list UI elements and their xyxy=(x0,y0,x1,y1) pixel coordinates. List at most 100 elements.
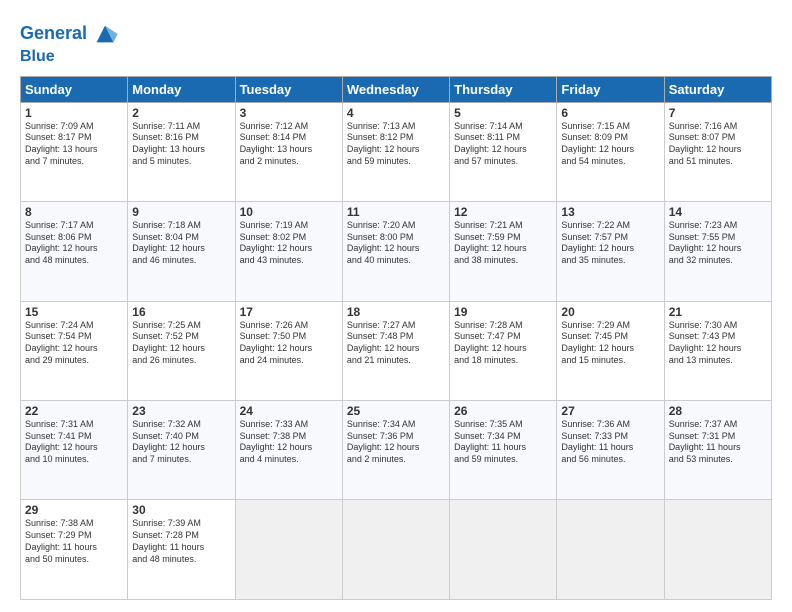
day-cell: 20Sunrise: 7:29 AM Sunset: 7:45 PM Dayli… xyxy=(557,301,664,400)
calendar-body: 1Sunrise: 7:09 AM Sunset: 8:17 PM Daylig… xyxy=(21,102,772,599)
day-cell: 9Sunrise: 7:18 AM Sunset: 8:04 PM Daylig… xyxy=(128,202,235,301)
day-detail: Sunrise: 7:32 AM Sunset: 7:40 PM Dayligh… xyxy=(132,419,230,466)
day-cell: 23Sunrise: 7:32 AM Sunset: 7:40 PM Dayli… xyxy=(128,401,235,500)
day-detail: Sunrise: 7:23 AM Sunset: 7:55 PM Dayligh… xyxy=(669,220,767,267)
day-cell: 7Sunrise: 7:16 AM Sunset: 8:07 PM Daylig… xyxy=(664,102,771,201)
week-row-3: 15Sunrise: 7:24 AM Sunset: 7:54 PM Dayli… xyxy=(21,301,772,400)
day-number: 24 xyxy=(240,404,338,418)
day-number: 9 xyxy=(132,205,230,219)
day-number: 21 xyxy=(669,305,767,319)
calendar-table: SundayMondayTuesdayWednesdayThursdayFrid… xyxy=(20,76,772,600)
day-cell: 1Sunrise: 7:09 AM Sunset: 8:17 PM Daylig… xyxy=(21,102,128,201)
day-number: 23 xyxy=(132,404,230,418)
week-row-4: 22Sunrise: 7:31 AM Sunset: 7:41 PM Dayli… xyxy=(21,401,772,500)
day-number: 5 xyxy=(454,106,552,120)
day-number: 12 xyxy=(454,205,552,219)
day-cell: 28Sunrise: 7:37 AM Sunset: 7:31 PM Dayli… xyxy=(664,401,771,500)
day-cell: 8Sunrise: 7:17 AM Sunset: 8:06 PM Daylig… xyxy=(21,202,128,301)
day-detail: Sunrise: 7:21 AM Sunset: 7:59 PM Dayligh… xyxy=(454,220,552,267)
day-detail: Sunrise: 7:14 AM Sunset: 8:11 PM Dayligh… xyxy=(454,121,552,168)
day-cell: 17Sunrise: 7:26 AM Sunset: 7:50 PM Dayli… xyxy=(235,301,342,400)
day-number: 18 xyxy=(347,305,445,319)
day-cell: 16Sunrise: 7:25 AM Sunset: 7:52 PM Dayli… xyxy=(128,301,235,400)
header-row: SundayMondayTuesdayWednesdayThursdayFrid… xyxy=(21,76,772,102)
day-number: 15 xyxy=(25,305,123,319)
logo: General Blue xyxy=(20,20,119,66)
day-cell: 15Sunrise: 7:24 AM Sunset: 7:54 PM Dayli… xyxy=(21,301,128,400)
header-cell-monday: Monday xyxy=(128,76,235,102)
day-detail: Sunrise: 7:28 AM Sunset: 7:47 PM Dayligh… xyxy=(454,320,552,367)
day-detail: Sunrise: 7:33 AM Sunset: 7:38 PM Dayligh… xyxy=(240,419,338,466)
day-number: 11 xyxy=(347,205,445,219)
day-cell: 22Sunrise: 7:31 AM Sunset: 7:41 PM Dayli… xyxy=(21,401,128,500)
day-number: 2 xyxy=(132,106,230,120)
day-detail: Sunrise: 7:19 AM Sunset: 8:02 PM Dayligh… xyxy=(240,220,338,267)
day-detail: Sunrise: 7:16 AM Sunset: 8:07 PM Dayligh… xyxy=(669,121,767,168)
day-cell: 30Sunrise: 7:39 AM Sunset: 7:28 PM Dayli… xyxy=(128,500,235,600)
day-cell xyxy=(450,500,557,600)
day-number: 7 xyxy=(669,106,767,120)
day-cell: 6Sunrise: 7:15 AM Sunset: 8:09 PM Daylig… xyxy=(557,102,664,201)
day-detail: Sunrise: 7:38 AM Sunset: 7:29 PM Dayligh… xyxy=(25,518,123,565)
day-detail: Sunrise: 7:22 AM Sunset: 7:57 PM Dayligh… xyxy=(561,220,659,267)
day-cell xyxy=(342,500,449,600)
day-detail: Sunrise: 7:26 AM Sunset: 7:50 PM Dayligh… xyxy=(240,320,338,367)
day-detail: Sunrise: 7:29 AM Sunset: 7:45 PM Dayligh… xyxy=(561,320,659,367)
day-detail: Sunrise: 7:15 AM Sunset: 8:09 PM Dayligh… xyxy=(561,121,659,168)
day-number: 20 xyxy=(561,305,659,319)
day-number: 25 xyxy=(347,404,445,418)
logo-icon xyxy=(91,20,119,48)
day-cell: 2Sunrise: 7:11 AM Sunset: 8:16 PM Daylig… xyxy=(128,102,235,201)
header-cell-wednesday: Wednesday xyxy=(342,76,449,102)
day-number: 28 xyxy=(669,404,767,418)
day-cell: 5Sunrise: 7:14 AM Sunset: 8:11 PM Daylig… xyxy=(450,102,557,201)
day-detail: Sunrise: 7:39 AM Sunset: 7:28 PM Dayligh… xyxy=(132,518,230,565)
day-detail: Sunrise: 7:24 AM Sunset: 7:54 PM Dayligh… xyxy=(25,320,123,367)
header-cell-tuesday: Tuesday xyxy=(235,76,342,102)
day-number: 14 xyxy=(669,205,767,219)
day-cell xyxy=(557,500,664,600)
day-number: 22 xyxy=(25,404,123,418)
day-number: 17 xyxy=(240,305,338,319)
logo-text: General xyxy=(20,24,87,44)
header-cell-thursday: Thursday xyxy=(450,76,557,102)
day-detail: Sunrise: 7:35 AM Sunset: 7:34 PM Dayligh… xyxy=(454,419,552,466)
day-detail: Sunrise: 7:18 AM Sunset: 8:04 PM Dayligh… xyxy=(132,220,230,267)
day-detail: Sunrise: 7:36 AM Sunset: 7:33 PM Dayligh… xyxy=(561,419,659,466)
day-number: 19 xyxy=(454,305,552,319)
day-cell: 13Sunrise: 7:22 AM Sunset: 7:57 PM Dayli… xyxy=(557,202,664,301)
day-number: 29 xyxy=(25,503,123,517)
header-cell-saturday: Saturday xyxy=(664,76,771,102)
header-cell-sunday: Sunday xyxy=(21,76,128,102)
day-detail: Sunrise: 7:13 AM Sunset: 8:12 PM Dayligh… xyxy=(347,121,445,168)
day-number: 1 xyxy=(25,106,123,120)
day-detail: Sunrise: 7:11 AM Sunset: 8:16 PM Dayligh… xyxy=(132,121,230,168)
day-detail: Sunrise: 7:09 AM Sunset: 8:17 PM Dayligh… xyxy=(25,121,123,168)
day-cell: 3Sunrise: 7:12 AM Sunset: 8:14 PM Daylig… xyxy=(235,102,342,201)
day-cell: 4Sunrise: 7:13 AM Sunset: 8:12 PM Daylig… xyxy=(342,102,449,201)
day-number: 26 xyxy=(454,404,552,418)
day-cell: 25Sunrise: 7:34 AM Sunset: 7:36 PM Dayli… xyxy=(342,401,449,500)
week-row-1: 1Sunrise: 7:09 AM Sunset: 8:17 PM Daylig… xyxy=(21,102,772,201)
day-number: 10 xyxy=(240,205,338,219)
logo-blue: Blue xyxy=(20,48,119,66)
day-number: 30 xyxy=(132,503,230,517)
day-number: 3 xyxy=(240,106,338,120)
day-detail: Sunrise: 7:27 AM Sunset: 7:48 PM Dayligh… xyxy=(347,320,445,367)
day-number: 6 xyxy=(561,106,659,120)
header-cell-friday: Friday xyxy=(557,76,664,102)
page: General Blue SundayMondayTuesdayWednesda… xyxy=(0,0,792,612)
day-detail: Sunrise: 7:12 AM Sunset: 8:14 PM Dayligh… xyxy=(240,121,338,168)
day-detail: Sunrise: 7:37 AM Sunset: 7:31 PM Dayligh… xyxy=(669,419,767,466)
day-cell xyxy=(664,500,771,600)
day-cell: 12Sunrise: 7:21 AM Sunset: 7:59 PM Dayli… xyxy=(450,202,557,301)
day-cell: 26Sunrise: 7:35 AM Sunset: 7:34 PM Dayli… xyxy=(450,401,557,500)
day-detail: Sunrise: 7:17 AM Sunset: 8:06 PM Dayligh… xyxy=(25,220,123,267)
week-row-2: 8Sunrise: 7:17 AM Sunset: 8:06 PM Daylig… xyxy=(21,202,772,301)
day-cell: 29Sunrise: 7:38 AM Sunset: 7:29 PM Dayli… xyxy=(21,500,128,600)
day-number: 13 xyxy=(561,205,659,219)
day-detail: Sunrise: 7:25 AM Sunset: 7:52 PM Dayligh… xyxy=(132,320,230,367)
day-cell: 10Sunrise: 7:19 AM Sunset: 8:02 PM Dayli… xyxy=(235,202,342,301)
day-cell: 24Sunrise: 7:33 AM Sunset: 7:38 PM Dayli… xyxy=(235,401,342,500)
day-number: 8 xyxy=(25,205,123,219)
